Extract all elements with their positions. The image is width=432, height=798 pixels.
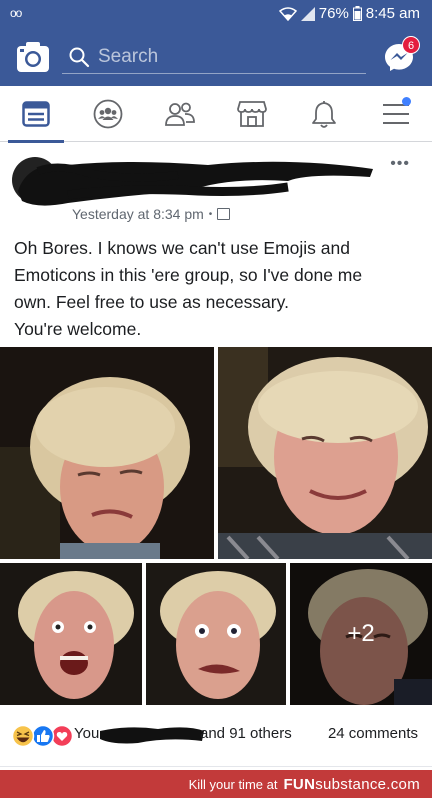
marketplace-icon <box>237 101 267 127</box>
photo-2[interactable] <box>218 347 432 559</box>
clock: 8:45 am <box>365 5 420 22</box>
messenger-badge: 6 <box>402 36 420 54</box>
watermark-brand-rest: substance.com <box>315 775 420 793</box>
app-bar: Search 6 <box>0 28 432 86</box>
audience-icon <box>217 208 231 220</box>
search-icon <box>69 47 90 67</box>
menu-notification-dot <box>402 97 411 106</box>
reaction-others[interactable]: and 91 others <box>200 725 292 742</box>
photo-3[interactable] <box>0 563 142 705</box>
feed-post: ••• Yesterday at 8:34 pm • Oh Bores. I k… <box>0 143 432 768</box>
comments-count[interactable]: 24 comments <box>328 725 418 742</box>
watermark-brand-bold: FUN <box>283 775 316 793</box>
redacted-name <box>100 727 204 744</box>
tab-news-feed[interactable] <box>0 86 72 143</box>
watermark-brand: FUNsubstance.com <box>283 776 420 793</box>
groups-icon <box>93 99 123 129</box>
tab-marketplace[interactable] <box>216 86 288 142</box>
photo-1[interactable] <box>0 347 214 559</box>
post-text-line: Emoticons in this 'ere group, so I've do… <box>14 265 363 285</box>
battery-level: 76% <box>318 5 349 22</box>
tab-friends[interactable] <box>144 86 216 142</box>
status-bar: oo 76% 8:45 am <box>0 0 432 28</box>
love-icon <box>50 725 74 747</box>
post-options-button[interactable]: ••• <box>390 155 410 173</box>
photo-4[interactable] <box>146 563 286 705</box>
like-icon <box>31 725 55 747</box>
haha-icon <box>12 725 35 747</box>
wifi-icon <box>278 6 297 21</box>
news-feed-icon <box>22 101 50 127</box>
reaction-icons[interactable] <box>12 725 74 747</box>
photo-5[interactable]: +2 <box>290 563 432 705</box>
voicemail-icon: oo <box>10 6 22 20</box>
notifications-bell-icon <box>312 100 336 128</box>
search-placeholder: Search <box>98 45 159 67</box>
friends-icon <box>165 102 195 126</box>
more-photos-count: +2 <box>290 563 432 705</box>
post-text-line: You're welcome. <box>14 319 142 339</box>
reactions-bar: You and 91 others 24 comments <box>0 711 432 767</box>
post-text-line: Oh Bores. I knows we can't use Emojis an… <box>14 238 350 258</box>
separator: • <box>208 208 213 220</box>
timestamp-text: Yesterday at 8:34 pm <box>72 206 204 222</box>
search-input[interactable]: Search <box>62 40 366 74</box>
battery-icon <box>352 6 362 21</box>
watermark-bar: Kill your time at FUNsubstance.com <box>0 770 432 798</box>
signal-icon <box>300 6 315 21</box>
tab-bar <box>0 86 432 143</box>
redacted-author-name <box>18 161 373 206</box>
post-timestamp[interactable]: Yesterday at 8:34 pm • <box>72 206 231 222</box>
reaction-you[interactable]: You <box>74 725 99 742</box>
tab-groups[interactable] <box>72 86 144 142</box>
watermark-prefix: Kill your time at <box>188 776 278 792</box>
post-text: Oh Bores. I knows we can't use Emojis an… <box>14 235 424 343</box>
camera-icon[interactable] <box>16 40 50 74</box>
tab-menu[interactable] <box>360 86 432 142</box>
post-text-line: own. Feel free to use as necessary. <box>14 292 289 312</box>
tab-notifications[interactable] <box>288 86 360 142</box>
